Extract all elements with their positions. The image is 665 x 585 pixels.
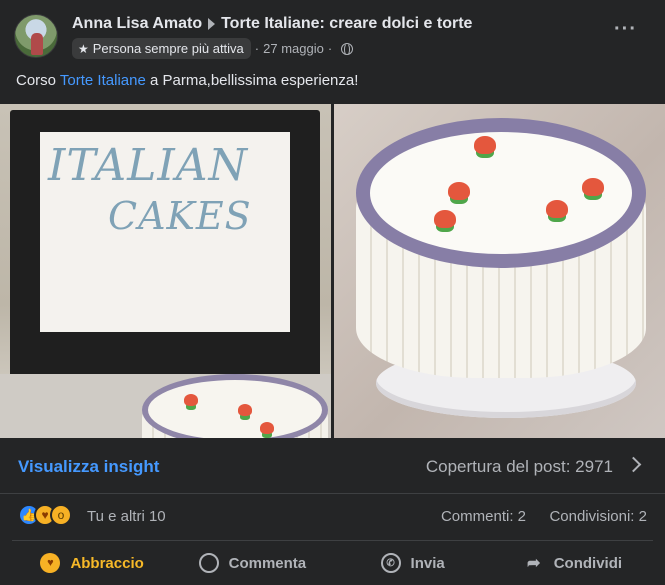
- cake-top: [142, 374, 328, 438]
- whatsapp-icon: ✆: [380, 553, 401, 573]
- separator: ·: [327, 41, 333, 56]
- post-header-title: Anna Lisa Amato Torte Italiane: creare d…: [72, 15, 472, 33]
- post-text-before: Corso: [16, 72, 60, 89]
- view-insights-link[interactable]: Visualizza insight: [18, 457, 159, 477]
- post-text-after: a Parma,bellissima esperienza!: [145, 72, 359, 89]
- star-icon: ★: [78, 41, 89, 56]
- cake-image: [356, 118, 646, 418]
- post-text-link[interactable]: Torte Italiane: [60, 72, 146, 89]
- post-date[interactable]: 27 maggio: [263, 41, 324, 56]
- send-button[interactable]: ✆ Invia: [333, 541, 493, 585]
- send-label: Invia: [410, 554, 445, 572]
- avatar-figure: [31, 33, 43, 55]
- insight-row: Visualizza insight Copertura del post: 2…: [0, 438, 665, 494]
- frosting-flower: [448, 182, 470, 200]
- post-photo-2[interactable]: [334, 104, 665, 438]
- frosting-flower: [434, 210, 456, 228]
- frosting-flower: [184, 394, 198, 406]
- post-reach[interactable]: Copertura del post: 2971: [426, 457, 613, 477]
- frosting-flower: [238, 404, 252, 416]
- chevron-right-icon[interactable]: [625, 456, 642, 473]
- hug-icon: ♥: [40, 553, 61, 573]
- actions-row: ♥ Abbraccio Commenta ✆ Invia ➦ Condividi: [12, 540, 653, 585]
- sign-text-line2: CAKES: [108, 194, 252, 238]
- post-meta: ★ Persona sempre più attiva · 27 maggio …: [72, 38, 354, 59]
- frosting-flower: [474, 136, 496, 154]
- post-text: Corso Torte Italiane a Parma,bellissima …: [16, 72, 358, 89]
- frosting-flower: [260, 422, 274, 434]
- cake-top: [356, 118, 646, 268]
- post-photo-1[interactable]: ITALIAN CAKES: [0, 104, 331, 438]
- facebook-post: Anna Lisa Amato Torte Italiane: creare d…: [0, 0, 665, 585]
- comment-button[interactable]: Commenta: [172, 541, 332, 585]
- arrow-right-icon: [208, 18, 216, 30]
- shares-count[interactable]: Condivisioni: 2: [549, 508, 647, 525]
- wow-icon: o: [50, 504, 72, 526]
- reaction-icons[interactable]: 👍 ♥ o: [18, 504, 72, 526]
- globe-icon: [341, 42, 354, 56]
- sign-text-line1: ITALIAN: [48, 140, 248, 191]
- author-name[interactable]: Anna Lisa Amato: [72, 15, 202, 33]
- comment-icon: [198, 553, 219, 573]
- badge-label: Persona sempre più attiva: [92, 41, 244, 56]
- comment-label: Commenta: [228, 554, 307, 572]
- hug-button[interactable]: ♥ Abbraccio: [12, 541, 172, 585]
- share-button[interactable]: ➦ Condividi: [493, 541, 653, 585]
- reaction-summary[interactable]: Tu e altri 10: [87, 508, 166, 525]
- share-label: Condividi: [553, 554, 623, 572]
- more-options-icon[interactable]: ···: [614, 19, 637, 39]
- group-name[interactable]: Torte Italiane: creare dolci e torte: [221, 15, 472, 33]
- member-badge[interactable]: ★ Persona sempre più attiva: [72, 38, 251, 59]
- share-icon: ➦: [527, 555, 541, 572]
- avatar[interactable]: [14, 14, 58, 58]
- separator: ·: [254, 41, 260, 56]
- hug-label: Abbraccio: [70, 554, 144, 572]
- frosting-flower: [582, 178, 604, 196]
- comments-count[interactable]: Commenti: 2: [441, 508, 526, 525]
- frosting-flower: [546, 200, 568, 218]
- reactions-row: 👍 ♥ o Tu e altri 10 Commenti: 2 Condivis…: [0, 494, 665, 540]
- cake-image: [142, 374, 328, 438]
